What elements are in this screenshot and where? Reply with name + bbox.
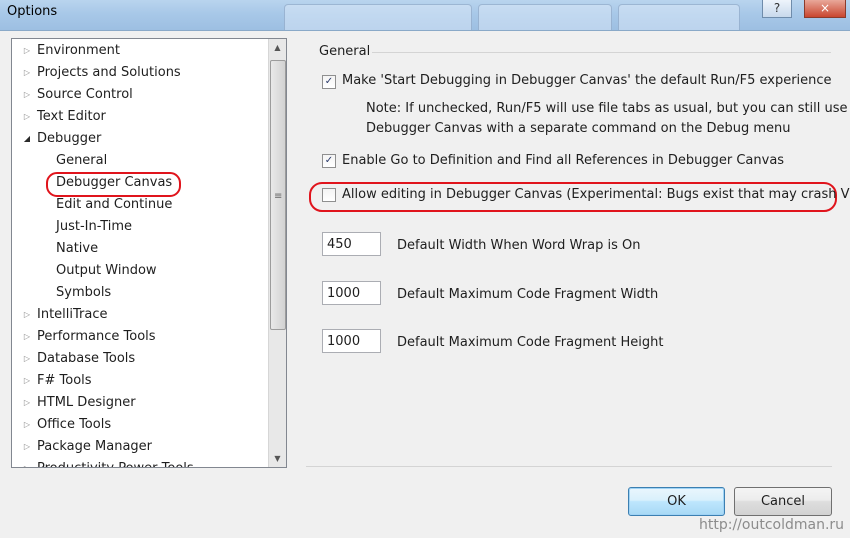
scroll-down-arrow-icon[interactable]: ▼ <box>269 450 286 467</box>
tree-item[interactable]: ▷ HTML Designer <box>12 392 268 414</box>
max-fragment-height-label: Default Maximum Code Fragment Height <box>397 335 664 350</box>
collapsed-arrow-icon[interactable]: ▷ <box>22 392 32 414</box>
expanded-arrow-icon[interactable]: ◢ <box>22 128 32 150</box>
collapsed-arrow-icon[interactable]: ▷ <box>22 348 32 370</box>
make-default-checkbox[interactable]: ✓ <box>322 75 336 89</box>
allow-editing-checkbox[interactable] <box>322 188 336 202</box>
collapsed-arrow-icon[interactable]: ▷ <box>22 62 32 84</box>
background-tab-ghost <box>478 4 612 30</box>
collapsed-arrow-icon[interactable]: ▷ <box>22 304 32 326</box>
collapsed-arrow-icon[interactable]: ▷ <box>22 106 32 128</box>
tree-item-label: Debugger <box>37 131 102 146</box>
tree-item[interactable]: Native <box>12 238 268 260</box>
tree-item-label: Performance Tools <box>37 329 156 344</box>
options-dialog: Options ? × ▷ Environment ▷ Projects and So… <box>0 0 850 538</box>
close-button[interactable]: × <box>804 0 846 18</box>
tree-item[interactable]: ▷ Productivity Power Tools <box>12 458 268 467</box>
allow-editing-label: Allow editing in Debugger Canvas (Experi… <box>342 187 850 202</box>
tree-item[interactable]: ▷ F# Tools <box>12 370 268 392</box>
collapsed-arrow-icon[interactable]: ▷ <box>22 414 32 436</box>
tree-item-label: Native <box>56 241 99 256</box>
collapsed-arrow-icon[interactable]: ▷ <box>22 326 32 348</box>
tree-item[interactable]: ◢ Debugger <box>12 128 268 150</box>
title-bar: Options ? × <box>0 0 850 31</box>
collapsed-arrow-icon[interactable]: ▷ <box>22 40 32 62</box>
tree-item-label: F# Tools <box>37 373 92 388</box>
footer-divider <box>306 466 832 467</box>
tree-item-label: HTML Designer <box>37 395 136 410</box>
highlight-ring <box>46 172 181 197</box>
tree-item-label: Productivity Power Tools <box>37 458 194 467</box>
collapsed-arrow-icon[interactable]: ▷ <box>22 436 32 458</box>
tree-item[interactable]: Just-In-Time <box>12 216 268 238</box>
scroll-thumb[interactable]: ≡ <box>270 60 286 330</box>
group-title: General <box>319 44 371 59</box>
watermark-text: http://outcoldman.ru <box>699 517 845 533</box>
tree-item-label: Just-In-Time <box>56 219 133 234</box>
ok-button[interactable]: OK <box>628 487 725 516</box>
tree-item-label: IntelliTrace <box>37 307 108 322</box>
tree-item-label: Environment <box>37 43 121 58</box>
scroll-up-arrow-icon[interactable]: ▲ <box>269 39 286 56</box>
collapsed-arrow-icon[interactable]: ▷ <box>22 84 32 106</box>
group-divider <box>372 52 831 53</box>
tree-item[interactable]: ▷ Environment <box>12 40 268 62</box>
tree-item[interactable]: ▷ Projects and Solutions <box>12 62 268 84</box>
max-fragment-width-input[interactable]: 1000 <box>322 281 381 305</box>
tree-item[interactable]: Output Window <box>12 260 268 282</box>
note-line-2: Debugger Canvas with a separate command … <box>366 121 791 136</box>
tree-item[interactable]: Edit and Continue <box>12 194 268 216</box>
max-fragment-height-input[interactable]: 1000 <box>322 329 381 353</box>
tree-item[interactable]: ▷ Package Manager <box>12 436 268 458</box>
tree-item[interactable]: Symbols <box>12 282 268 304</box>
tree-item[interactable]: ▷ Text Editor <box>12 106 268 128</box>
tree-item-label: Package Manager <box>37 439 153 454</box>
tree-item-label: Office Tools <box>37 417 112 432</box>
help-button[interactable]: ? <box>762 0 792 18</box>
tree-item-label: Projects and Solutions <box>37 65 181 80</box>
goto-definition-checkbox[interactable]: ✓ <box>322 154 336 168</box>
tree-item[interactable]: ▷ Performance Tools <box>12 326 268 348</box>
tree-item[interactable]: ▷ Source Control <box>12 84 268 106</box>
make-default-label: Make 'Start Debugging in Debugger Canvas… <box>342 73 832 88</box>
max-fragment-width-label: Default Maximum Code Fragment Width <box>397 287 659 302</box>
word-wrap-width-input[interactable]: 450 <box>322 232 381 256</box>
tree-item-label: Symbols <box>56 285 112 300</box>
word-wrap-width-label: Default Width When Word Wrap is On <box>397 238 641 253</box>
goto-definition-label: Enable Go to Definition and Find all Ref… <box>342 153 785 168</box>
tree-item[interactable]: ▷ IntelliTrace <box>12 304 268 326</box>
grip-icon: ≡ <box>274 191 283 202</box>
collapsed-arrow-icon[interactable]: ▷ <box>22 458 32 467</box>
tree-item-label: General <box>56 153 108 168</box>
tree-scrollbar[interactable]: ▲ ≡ ▼ <box>268 39 286 467</box>
tree-item-label: Output Window <box>56 263 157 278</box>
tree-item-label: Edit and Continue <box>56 197 173 212</box>
tree-item[interactable]: General <box>12 150 268 172</box>
note-line-1: Note: If unchecked, Run/F5 will use file… <box>366 101 848 116</box>
tree-item-label: Source Control <box>37 87 133 102</box>
background-tab-ghost <box>284 4 472 30</box>
collapsed-arrow-icon[interactable]: ▷ <box>22 370 32 392</box>
background-tab-ghost <box>618 4 740 30</box>
tree-item-label: Database Tools <box>37 351 136 366</box>
cancel-button[interactable]: Cancel <box>734 487 832 516</box>
tree-item[interactable]: ▷ Office Tools <box>12 414 268 436</box>
options-tree: ▷ Environment ▷ Projects and Solutions ▷ Sour… <box>11 38 287 468</box>
tree-item-label: Text Editor <box>37 109 106 124</box>
tree-item[interactable]: ▷ Database Tools <box>12 348 268 370</box>
window-title: Options <box>7 4 58 19</box>
